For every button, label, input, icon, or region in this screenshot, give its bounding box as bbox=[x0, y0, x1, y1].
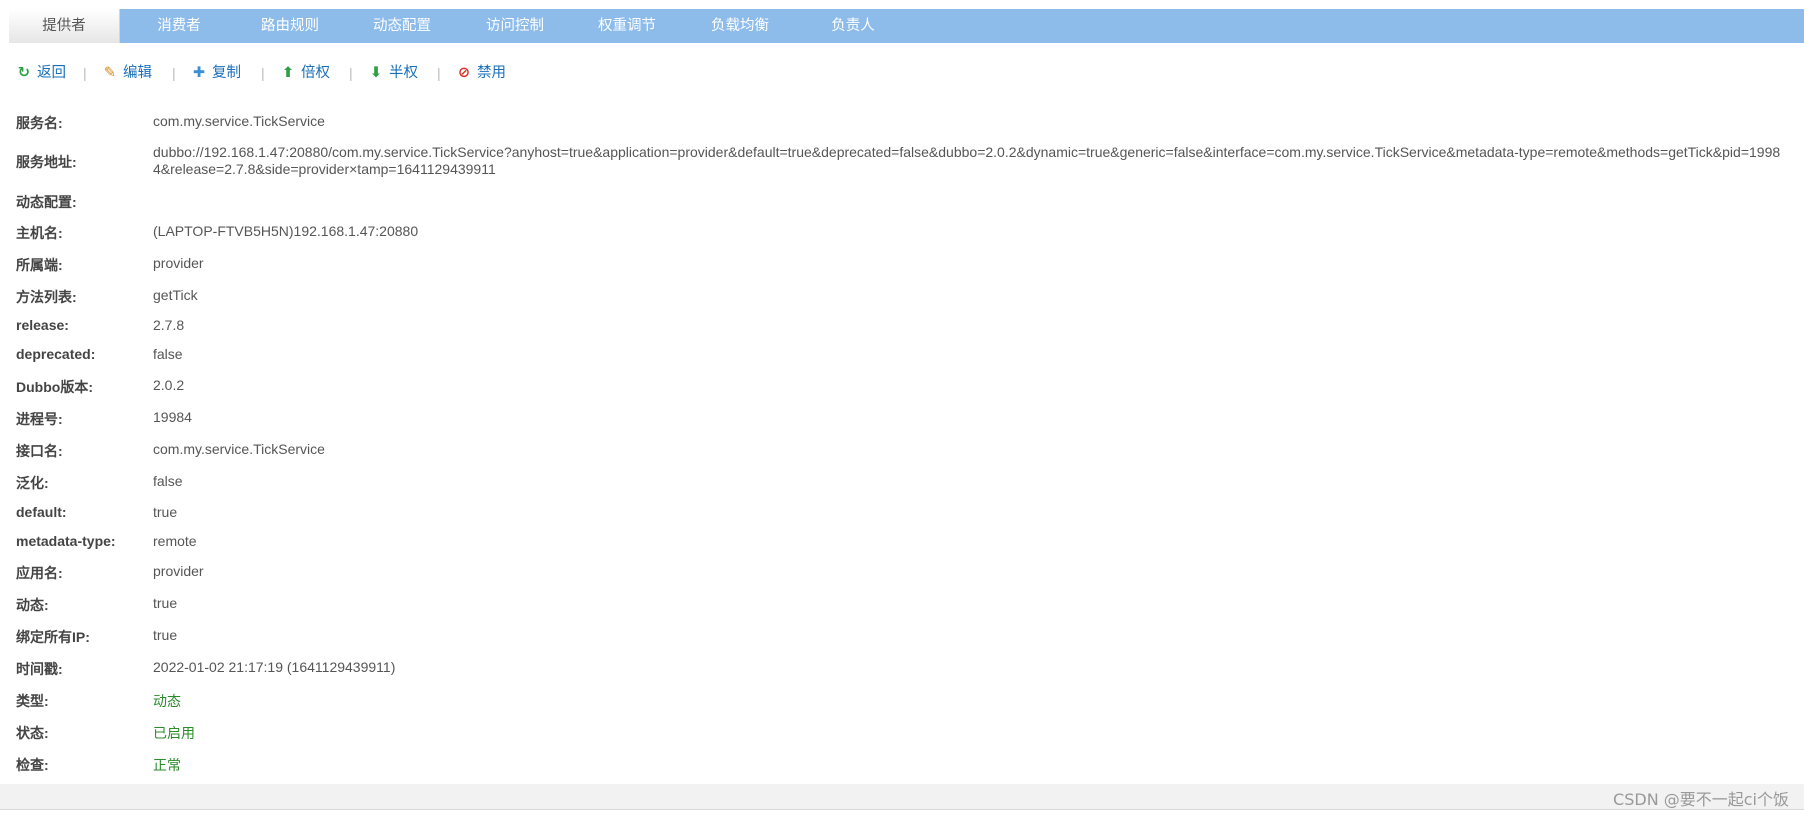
detail-value: (LAPTOP-FTVB5H5N)192.168.1.47:20880 bbox=[153, 223, 419, 239]
disable-label: 禁用 bbox=[477, 65, 506, 81]
tab-consumers[interactable]: 消费者 bbox=[124, 9, 234, 43]
double-weight-button[interactable]: ⬆ 倍权 bbox=[281, 62, 330, 84]
detail-value: 2.0.2 bbox=[153, 377, 185, 393]
detail-label: 服务名: bbox=[16, 115, 63, 131]
detail-label: 接口名: bbox=[16, 443, 63, 459]
detail-label: 绑定所有IP: bbox=[16, 629, 90, 645]
detail-label: 泛化: bbox=[16, 475, 49, 491]
top-tab-bar: 提供者 消费者 路由规则 动态配置 访问控制 权重调节 负载均衡 负责人 bbox=[9, 9, 1804, 43]
detail-value: true bbox=[153, 627, 178, 643]
back-arrow-icon: ↻ bbox=[17, 65, 31, 81]
detail-label: 进程号: bbox=[16, 411, 63, 427]
detail-value: com.my.service.TickService bbox=[153, 441, 325, 457]
arrow-down-icon: ⬇ bbox=[369, 65, 383, 81]
detail-label: 主机名: bbox=[16, 225, 63, 241]
status-badge: 已启用 bbox=[153, 725, 195, 741]
check-badge: 正常 bbox=[153, 757, 181, 773]
toolbar-separator: | bbox=[83, 65, 87, 81]
tab-weight-adjust[interactable]: 权重调节 bbox=[572, 9, 682, 43]
detail-value: 2.7.8 bbox=[153, 317, 185, 333]
tab-owners[interactable]: 负责人 bbox=[798, 9, 908, 43]
arrow-up-icon: ⬆ bbox=[281, 65, 295, 81]
edit-label: 编辑 bbox=[123, 65, 152, 81]
detail-label: deprecated: bbox=[16, 346, 96, 362]
detail-value: 19984 bbox=[153, 409, 192, 425]
disable-button[interactable]: ⊘ 禁用 bbox=[457, 62, 506, 84]
detail-value-type: 动态 bbox=[153, 693, 181, 709]
detail-label: 动态: bbox=[16, 597, 49, 613]
detail-value: getTick bbox=[153, 287, 198, 303]
footer-bar bbox=[0, 784, 1804, 810]
toolbar-separator: | bbox=[172, 65, 176, 81]
detail-value: com.my.service.TickService bbox=[153, 113, 325, 129]
watermark: CSDN @要不一起ci个饭 bbox=[1613, 790, 1789, 809]
tab-access-control[interactable]: 访问控制 bbox=[460, 9, 570, 43]
detail-label: metadata-type: bbox=[16, 533, 116, 549]
detail-value: provider bbox=[153, 255, 204, 271]
edit-button[interactable]: ✎ 编辑 bbox=[103, 62, 152, 84]
detail-value: true bbox=[153, 595, 178, 611]
detail-value: true bbox=[153, 504, 178, 520]
detail-label: 动态配置: bbox=[16, 194, 77, 210]
no-entry-icon: ⊘ bbox=[457, 65, 471, 81]
tab-providers[interactable]: 提供者 bbox=[9, 9, 120, 43]
plus-icon: ✚ bbox=[192, 65, 206, 81]
copy-button[interactable]: ✚ 复制 bbox=[192, 62, 241, 84]
detail-label: 类型: bbox=[16, 693, 49, 709]
detail-value: false bbox=[153, 473, 183, 489]
back-button[interactable]: ↻ 返回 bbox=[17, 62, 66, 84]
detail-label: 状态: bbox=[16, 725, 49, 741]
half-weight-label: 半权 bbox=[389, 65, 418, 81]
toolbar-separator: | bbox=[437, 65, 441, 81]
detail-value: remote bbox=[153, 533, 197, 549]
tab-dynamic-config[interactable]: 动态配置 bbox=[347, 9, 457, 43]
detail-value: false bbox=[153, 346, 183, 362]
detail-label: 时间戳: bbox=[16, 661, 63, 677]
detail-label: release: bbox=[16, 317, 69, 333]
detail-label: 方法列表: bbox=[16, 289, 77, 305]
detail-value: dubbo://192.168.1.47:20880/com.my.servic… bbox=[153, 144, 1781, 177]
pencil-icon: ✎ bbox=[103, 65, 117, 81]
detail-label: 所属端: bbox=[16, 257, 63, 273]
detail-label: 服务地址: bbox=[16, 154, 77, 170]
back-label: 返回 bbox=[37, 65, 66, 81]
toolbar-separator: | bbox=[261, 65, 265, 81]
toolbar-separator: | bbox=[349, 65, 353, 81]
tab-routing-rules[interactable]: 路由规则 bbox=[235, 9, 345, 43]
copy-label: 复制 bbox=[212, 65, 241, 81]
detail-label: default: bbox=[16, 504, 67, 520]
detail-label: 检查: bbox=[16, 757, 49, 773]
detail-label: Dubbo版本: bbox=[16, 379, 93, 395]
tab-load-balance[interactable]: 负载均衡 bbox=[685, 9, 795, 43]
double-weight-label: 倍权 bbox=[301, 65, 330, 81]
half-weight-button[interactable]: ⬇ 半权 bbox=[369, 62, 418, 84]
detail-value: provider bbox=[153, 563, 204, 579]
detail-value: 2022-01-02 21:17:19 (1641129439911) bbox=[153, 659, 396, 675]
detail-label: 应用名: bbox=[16, 565, 63, 581]
